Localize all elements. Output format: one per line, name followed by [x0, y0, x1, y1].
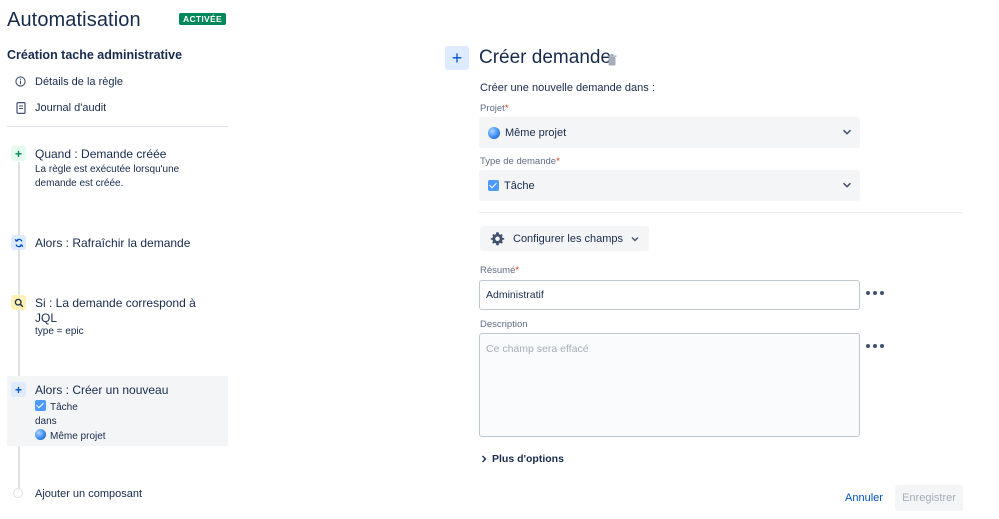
plus-icon: +: [11, 382, 26, 397]
chevron-down-icon: [842, 182, 852, 188]
step-condition[interactable]: Si : La demande correspond à JQL type = …: [7, 293, 228, 341]
section-divider: [479, 212, 963, 213]
issue-type-field-label: Type de demande*: [480, 156, 560, 167]
more-options-label: Plus d'options: [492, 453, 564, 465]
step-title: Alors : Rafraîchir la demande: [35, 236, 191, 250]
audit-log-link[interactable]: Journal d'audit: [14, 101, 106, 114]
chevron-down-icon: [842, 129, 852, 135]
more-options-toggle[interactable]: Plus d'options: [480, 453, 564, 465]
step-title: JQL: [35, 311, 58, 325]
intro-text: Créer une nouvelle demande dans :: [480, 82, 655, 94]
audit-log-label: Journal d'audit: [35, 101, 107, 114]
summary-field-label: Résumé*: [480, 265, 519, 276]
step-in-label: dans: [35, 416, 57, 427]
task-checkbox-icon: [35, 400, 46, 411]
chevron-right-icon: [482, 455, 487, 463]
step-description: type = epic: [35, 326, 84, 337]
rule-details-link[interactable]: Détails de la règle: [14, 75, 123, 88]
info-icon: [14, 75, 27, 88]
action-title: Créer demande: [479, 47, 612, 68]
configure-fields-button[interactable]: Configurer les champs: [480, 226, 649, 251]
step-title: Quand : Demande créée: [35, 147, 167, 161]
project-label-text: Projet: [480, 103, 505, 114]
issue-type-select[interactable]: Tâche: [479, 170, 860, 201]
trash-icon[interactable]: [607, 54, 617, 66]
chevron-down-icon: [631, 236, 639, 241]
step-refresh[interactable]: Alors : Rafraîchir la demande: [7, 233, 228, 255]
description-field-label: Description: [480, 319, 528, 330]
status-badge: ACTIVÉE: [179, 13, 226, 25]
plus-icon: +: [445, 46, 469, 70]
required-mark: *: [504, 103, 509, 114]
required-mark: *: [515, 265, 520, 276]
add-component-dot: [13, 488, 23, 498]
gear-icon: [490, 232, 505, 246]
configure-fields-label: Configurer les champs: [513, 232, 624, 245]
issue-type-label: Tâche: [50, 402, 78, 413]
task-checkbox-icon: [488, 180, 499, 191]
description-more-icon[interactable]: [866, 343, 884, 349]
summary-input[interactable]: Administratif: [479, 280, 860, 310]
step-trigger[interactable]: + Quand : Demande créée La règle est exé…: [7, 143, 228, 193]
issue-type-label-text: Type de demande: [480, 156, 557, 167]
rule-name: Création tache administrative: [7, 48, 183, 62]
step-issue-type: Tâche: [35, 400, 78, 416]
refresh-icon: [11, 235, 26, 250]
step-title: Alors : Créer un nouveau: [35, 383, 169, 397]
rule-details-label: Détails de la règle: [35, 75, 124, 88]
project-field-label: Projet*: [480, 103, 509, 114]
step-description: demande est créée.: [35, 178, 124, 189]
document-icon: [14, 101, 27, 114]
required-mark: *: [556, 156, 560, 167]
description-textarea[interactable]: Ce champ sera effacé: [479, 333, 860, 437]
search-icon: [11, 295, 26, 310]
plus-icon: +: [11, 146, 26, 161]
step-project: Même projet: [35, 429, 106, 445]
project-select-value: Même projet: [505, 126, 567, 139]
add-component-button[interactable]: Ajouter un composant: [35, 488, 142, 500]
project-avatar-icon: [488, 126, 500, 139]
save-button[interactable]: Enregistrer: [895, 485, 963, 511]
summary-label-text: Résumé: [480, 265, 516, 276]
step-create-action[interactable]: + Alors : Créer un nouveau Tâche dans Mê…: [7, 376, 228, 446]
project-select[interactable]: Même projet: [479, 117, 860, 148]
project-avatar-icon: [35, 429, 46, 440]
side-divider: [7, 126, 228, 127]
step-description: La règle est exécutée lorsqu'une: [35, 164, 180, 175]
project-label: Même projet: [50, 431, 106, 442]
app-title: Automatisation: [7, 9, 141, 31]
issue-type-select-value: Tâche: [504, 179, 535, 192]
summary-more-icon[interactable]: [866, 290, 884, 296]
step-title: Si : La demande correspond à: [35, 296, 196, 310]
cancel-button[interactable]: Annuler: [838, 485, 890, 511]
